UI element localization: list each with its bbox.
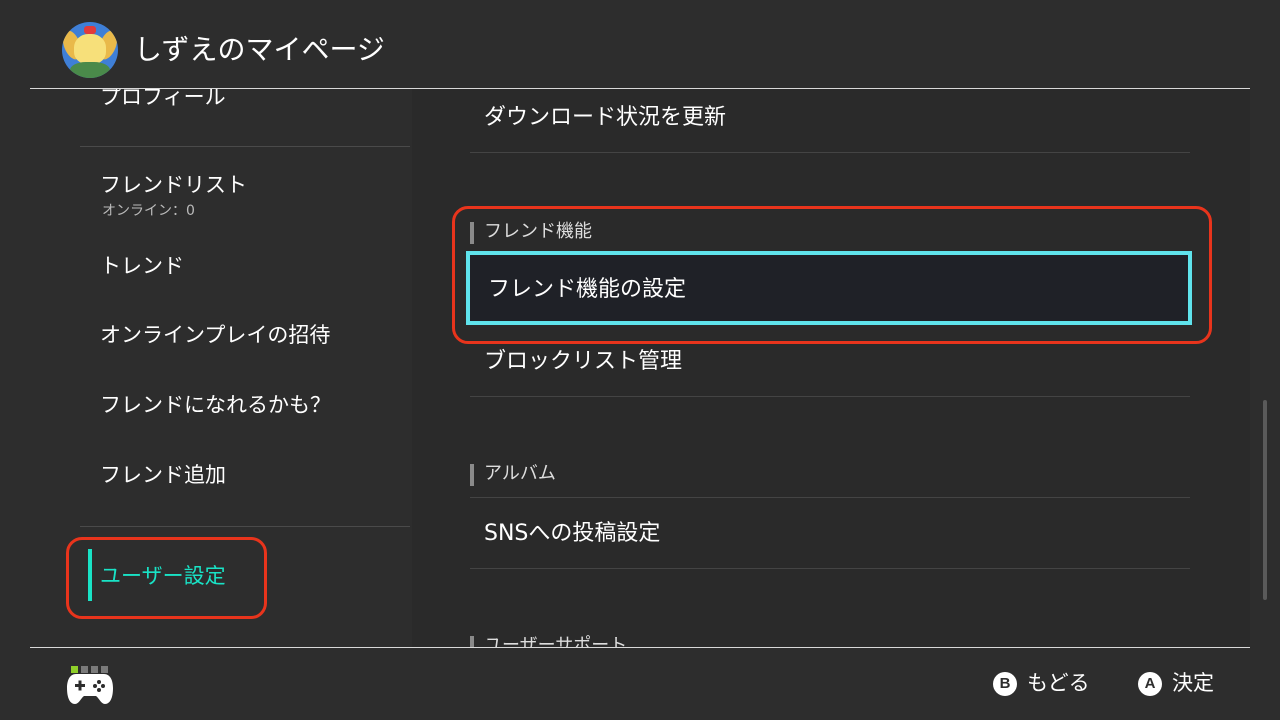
avatar-bow (84, 26, 96, 34)
back-hint[interactable]: B もどる (993, 668, 1090, 698)
sns-post-settings-item[interactable]: SNSへの投稿設定 (484, 519, 660, 549)
sidebar-divider (80, 526, 410, 527)
list-divider (470, 497, 1190, 498)
back-label: もどる (1027, 671, 1090, 695)
settings-panel: ダウンロード状況を更新 フレンド機能 フレンド機能の設定 ブロックリスト管理 ア… (412, 89, 1250, 647)
footer: B もどる A 決定 (0, 648, 1280, 720)
confirm-label: 決定 (1172, 671, 1214, 695)
list-divider (470, 396, 1190, 397)
sidebar-item-online-invites[interactable]: オンラインプレイの招待 (100, 321, 330, 349)
header: しずえのマイページ (0, 0, 1280, 88)
block-list-item[interactable]: ブロックリスト管理 (484, 347, 682, 377)
avatar-body (70, 62, 110, 78)
section-title-album: アルバム (484, 463, 556, 484)
b-button-icon: B (993, 672, 1017, 696)
section-title-user-support: ユーザーサポート (484, 635, 628, 647)
update-download-status-item[interactable]: ダウンロード状況を更新 (484, 103, 726, 133)
sidebar-item-friend-list[interactable]: フレンドリスト (100, 171, 247, 199)
list-divider (470, 152, 1190, 153)
sidebar-item-suggested-friends[interactable]: フレンドになれるかも？ (100, 391, 331, 419)
section-marker (470, 636, 474, 647)
list-divider (470, 568, 1190, 569)
sidebar-divider (80, 146, 410, 147)
a-button-icon: A (1138, 672, 1162, 696)
scrollbar[interactable] (1263, 400, 1267, 600)
sidebar-item-friend-list-online: オンライン：0 (102, 203, 195, 219)
sidebar-item-add-friend[interactable]: フレンド追加 (100, 461, 226, 489)
gamepad-icon (67, 674, 113, 704)
section-marker (470, 464, 474, 486)
avatar-face (74, 34, 106, 64)
annotation-highlight-friend-settings (452, 206, 1212, 344)
annotation-highlight-user-settings (66, 537, 267, 619)
sidebar-item-trend[interactable]: トレンド (100, 252, 184, 280)
page-title: しずえのマイページ (134, 33, 385, 66)
confirm-hint[interactable]: A 決定 (1138, 668, 1214, 698)
avatar-icon[interactable] (62, 22, 118, 78)
sidebar-item-profile[interactable]: プロフィール (100, 89, 226, 111)
